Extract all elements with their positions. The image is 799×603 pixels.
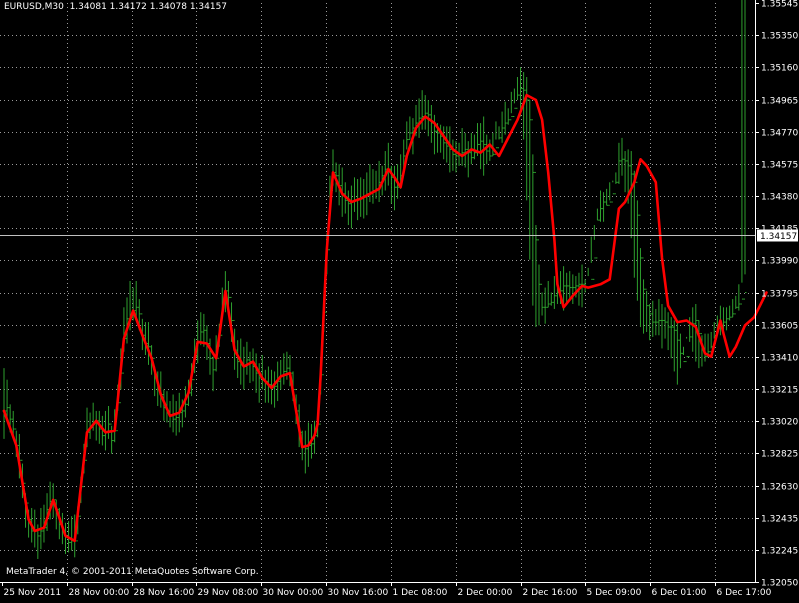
y-tick-label: 1.34770	[761, 129, 798, 139]
ohlc-values: 1.34081 1.34172 1.34078 1.34157	[69, 2, 228, 12]
y-tick-label: 1.33215	[761, 386, 798, 396]
x-axis-ticks: 25 Nov 2011 28 Nov 00:00 28 Nov 16:00 29 No…	[4, 588, 772, 598]
y-tick-label: 1.34380	[761, 193, 798, 203]
x-tick-label: 30 Nov 16:00	[328, 588, 389, 598]
x-tick-label: 2 Dec 16:00	[523, 588, 578, 598]
y-tick-label: 1.33410	[761, 354, 798, 364]
symbol-header: EURUSD,M30 1.34081 1.34172 1.34078 1.341…	[4, 2, 227, 12]
y-tick-label: 1.32825	[761, 450, 798, 460]
y-tick-label: 1.34965	[761, 97, 798, 107]
y-tick-label: 1.33020	[761, 418, 798, 428]
y-tick-label: 1.33795	[761, 290, 798, 300]
chart-background	[0, 0, 799, 599]
x-tick-label: 28 Nov 00:00	[69, 588, 130, 598]
y-tick-label: 1.35160	[761, 64, 798, 74]
y-tick-label: 1.34185	[761, 225, 798, 235]
price-chart[interactable]: 1.34157 1.35545 1.35350 1.35160 1.34965 1.34…	[0, 0, 799, 599]
x-tick-label: 1 Dec 08:00	[393, 588, 448, 598]
y-tick-label: 1.34575	[761, 161, 798, 171]
x-tick-label: 2 Dec 00:00	[458, 588, 513, 598]
x-tick-label: 30 Nov 00:00	[263, 588, 324, 598]
symbol-name: EURUSD,M30	[4, 2, 64, 12]
y-tick-label: 1.32435	[761, 515, 798, 525]
y-tick-label: 1.33605	[761, 322, 798, 332]
x-tick-label: 29 Nov 08:00	[198, 588, 259, 598]
x-tick-label: 5 Dec 09:00	[587, 588, 642, 598]
copyright-text: MetaTrader 4, © 2001-2011 MetaQuotes Sof…	[6, 567, 259, 577]
x-tick-label: 6 Dec 17:00	[717, 588, 772, 598]
x-tick-label: 6 Dec 01:00	[652, 588, 707, 598]
y-tick-label: 1.32245	[761, 547, 798, 557]
y-tick-label: 1.32630	[761, 483, 798, 493]
y-tick-label: 1.32050	[761, 579, 798, 589]
x-tick-label: 28 Nov 16:00	[134, 588, 195, 598]
chart-svg[interactable]: 1.34157 1.355451.353501.351601.349651.34…	[0, 0, 799, 599]
x-tick-label: 25 Nov 2011	[4, 588, 62, 598]
y-tick-label: 1.33990	[761, 257, 798, 267]
y-tick-label: 1.35545	[761, 0, 798, 10]
y-tick-label: 1.35350	[761, 32, 798, 42]
